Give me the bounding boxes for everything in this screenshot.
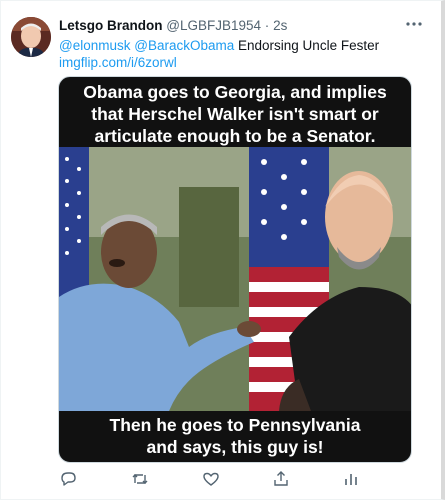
meme-photo — [59, 147, 411, 411]
tweet-actions — [58, 469, 388, 491]
meme-top-caption: Obama goes to Georgia, and implies that … — [59, 81, 411, 147]
separator-dot: · — [264, 18, 270, 33]
tweet-text: @elonmusk @BarackObama Endorsing Uncle F… — [59, 37, 419, 71]
meme-bottom-caption: Then he goes to Pennsylvania and says, t… — [59, 414, 411, 458]
mention-elonmusk[interactable]: @elonmusk — [59, 38, 130, 53]
display-name[interactable]: Letsgo Brandon — [59, 18, 163, 33]
retweet-icon — [132, 474, 148, 484]
analytics-button[interactable] — [341, 469, 361, 489]
timestamp[interactable]: 2s — [273, 18, 287, 33]
avatar-portrait-icon — [11, 17, 51, 57]
share-icon — [274, 471, 288, 486]
user-handle[interactable]: @LGBFJB1954 — [166, 18, 261, 33]
share-button[interactable] — [271, 469, 291, 489]
tweet-link[interactable]: imgflip.com/i/6zorwl — [59, 55, 177, 70]
heart-icon — [203, 472, 219, 486]
mention-barackobama[interactable]: @BarackObama — [134, 38, 234, 53]
tweet-body: Endorsing Uncle Fester — [238, 38, 380, 53]
reply-button[interactable] — [58, 469, 78, 489]
tweet-header: Letsgo Brandon @LGBFJB1954 · 2s — [59, 18, 409, 36]
avatar[interactable] — [11, 17, 51, 57]
like-button[interactable] — [201, 469, 221, 489]
reply-icon — [61, 472, 76, 486]
more-options-button[interactable] — [403, 15, 425, 33]
meme-bottom-line: Then he goes to Pennsylvania — [109, 415, 361, 435]
tweet-media[interactable]: Obama goes to Georgia, and implies that … — [58, 76, 412, 463]
meme-top-line: articulate enough to be a Senator. — [94, 126, 376, 146]
retweet-button[interactable] — [130, 469, 150, 489]
tweet-card[interactable]: Letsgo Brandon @LGBFJB1954 · 2s @elonmus… — [0, 0, 445, 500]
meme-top-line: Obama goes to Georgia, and implies — [83, 82, 387, 102]
analytics-icon — [345, 474, 357, 485]
more-icon — [406, 22, 422, 26]
meme-bottom-line: and says, this guy is! — [146, 437, 324, 457]
meme-top-line: that Herschel Walker isn't smart or — [91, 104, 379, 124]
